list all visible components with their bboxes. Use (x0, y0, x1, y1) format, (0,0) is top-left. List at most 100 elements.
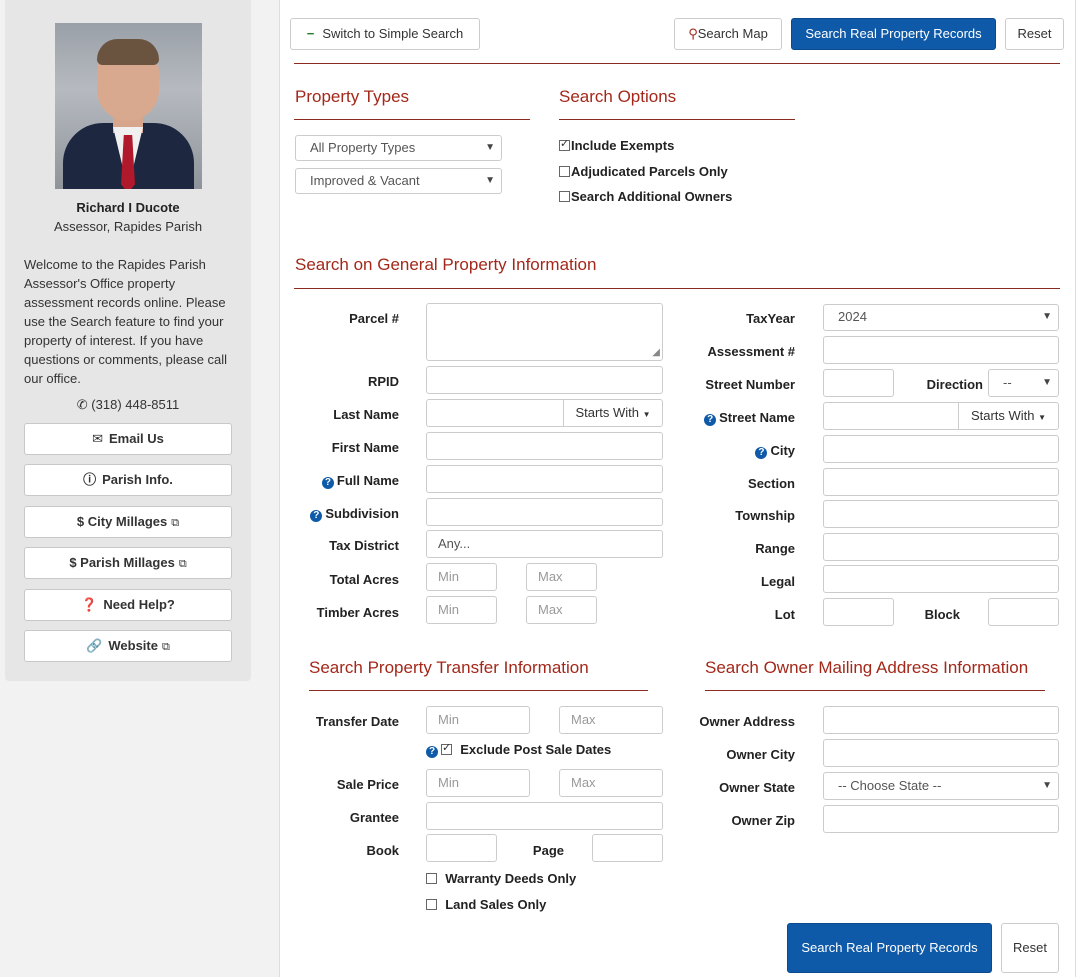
transfer-info-divider (309, 690, 648, 691)
transfer-date-max-input[interactable]: Max (559, 706, 663, 734)
warranty-deeds-checkbox[interactable] (426, 873, 437, 884)
legal-label: Legal (680, 574, 795, 589)
sale-price-max-input[interactable]: Max (559, 769, 663, 797)
full-name-input[interactable] (426, 465, 663, 493)
city-input[interactable] (823, 435, 1059, 463)
owner-state-label: Owner State (680, 780, 795, 795)
external-link-icon: ⧉ (162, 641, 170, 653)
minus-icon: − (307, 26, 315, 41)
owner-zip-input[interactable] (823, 805, 1059, 833)
phone-number: ✆ (318) 448-8511 (5, 397, 251, 413)
exclude-post-sale-option[interactable]: ? Exclude Post Sale Dates (426, 742, 611, 758)
include-exempts-option[interactable]: Include Exempts (559, 138, 674, 153)
block-input[interactable] (988, 598, 1059, 626)
street-name-input[interactable] (823, 402, 959, 430)
property-type-select[interactable]: All Property Types▼ (295, 135, 502, 161)
resize-handle-icon[interactable]: ◢ (652, 340, 660, 366)
section-label: Section (680, 476, 795, 491)
transfer-date-min-input[interactable]: Min (426, 706, 530, 734)
assessment-input[interactable] (823, 336, 1059, 364)
need-help-button[interactable]: ❓Need Help? (24, 589, 232, 621)
first-name-input[interactable] (426, 432, 663, 460)
help-icon[interactable]: ? (310, 510, 322, 522)
search-records-bottom-button[interactable]: Search Real Property Records (787, 923, 992, 973)
website-button[interactable]: 🔗Website⧉ (24, 630, 232, 662)
search-options-title: Search Options (559, 87, 676, 107)
phone-icon: ✆ (77, 397, 88, 412)
owner-city-label: Owner City (680, 747, 795, 762)
general-info-title: Search on General Property Information (295, 255, 596, 275)
email-us-button[interactable]: ✉Email Us (24, 423, 232, 455)
tax-year-select[interactable]: 2024▼ (823, 304, 1059, 331)
welcome-text: Welcome to the Rapides Parish Assessor's… (24, 255, 238, 388)
envelope-icon: ✉ (92, 431, 103, 446)
last-name-match-dropdown[interactable]: Starts With ▼ (563, 399, 663, 427)
rpid-input[interactable] (426, 366, 663, 394)
search-records-button[interactable]: Search Real Property Records (791, 18, 996, 50)
lot-input[interactable] (823, 598, 894, 626)
help-icon[interactable]: ? (704, 414, 716, 426)
street-number-input[interactable] (823, 369, 894, 397)
improved-vacant-select[interactable]: Improved & Vacant▼ (295, 168, 502, 194)
timber-acres-min-input[interactable]: Min (426, 596, 497, 624)
last-name-input[interactable] (426, 399, 564, 427)
owner-state-select[interactable]: -- Choose State --▼ (823, 772, 1059, 800)
sale-price-label: Sale Price (280, 777, 399, 792)
street-number-label: Street Number (680, 377, 795, 392)
parish-millages-button[interactable]: $ Parish Millages⧉ (24, 547, 232, 579)
owner-city-input[interactable] (823, 739, 1059, 767)
switch-simple-search-button[interactable]: −Switch to Simple Search (290, 18, 480, 50)
parish-info-button[interactable]: ⓘParish Info. (24, 464, 232, 496)
parcel-input[interactable]: ◢ (426, 303, 663, 361)
adjudicated-option[interactable]: Adjudicated Parcels Only (559, 164, 728, 179)
general-info-divider (294, 288, 1060, 289)
help-icon[interactable]: ? (755, 447, 767, 459)
external-link-icon: ⧉ (179, 558, 187, 570)
search-panel: −Switch to Simple Search ⚲Search Map Sea… (279, 0, 1076, 977)
township-label: Township (680, 508, 795, 523)
help-icon[interactable]: ? (426, 746, 438, 758)
grantee-input[interactable] (426, 802, 663, 830)
street-name-label: ?Street Name (680, 410, 795, 426)
section-input[interactable] (823, 468, 1059, 496)
timber-acres-max-input[interactable]: Max (526, 596, 597, 624)
search-map-button[interactable]: ⚲Search Map (674, 18, 782, 50)
legal-input[interactable] (823, 565, 1059, 593)
city-label: ?City (680, 443, 795, 459)
subdivision-input[interactable] (426, 498, 663, 526)
help-icon[interactable]: ? (322, 477, 334, 489)
tax-year-label: TaxYear (680, 311, 795, 326)
range-input[interactable] (823, 533, 1059, 561)
land-sales-checkbox[interactable] (426, 899, 437, 910)
warranty-deeds-option[interactable]: Warranty Deeds Only (426, 871, 576, 886)
additional-owners-option[interactable]: Search Additional Owners (559, 189, 732, 204)
chevron-down-icon: ▼ (1042, 370, 1052, 396)
include-exempts-checkbox[interactable] (559, 140, 570, 151)
total-acres-min-input[interactable]: Min (426, 563, 497, 591)
direction-select[interactable]: --▼ (988, 369, 1059, 397)
city-millages-button[interactable]: $ City Millages⧉ (24, 506, 232, 538)
tax-district-input[interactable]: Any... (426, 530, 663, 558)
additional-owners-checkbox[interactable] (559, 191, 570, 202)
property-types-divider (294, 119, 530, 120)
township-input[interactable] (823, 500, 1059, 528)
page-input[interactable] (592, 834, 663, 862)
question-icon: ❓ (81, 597, 97, 612)
parcel-label: Parcel # (280, 311, 399, 326)
property-types-title: Property Types (295, 87, 409, 107)
sidebar: Richard I Ducote Assessor, Rapides Paris… (5, 0, 251, 681)
sale-price-min-input[interactable]: Min (426, 769, 530, 797)
street-name-match-dropdown[interactable]: Starts With ▼ (958, 402, 1059, 430)
total-acres-label: Total Acres (280, 572, 399, 587)
total-acres-max-input[interactable]: Max (526, 563, 597, 591)
reset-bottom-button[interactable]: Reset (1001, 923, 1059, 973)
subdivision-label: ?Subdivision (280, 506, 399, 522)
first-name-label: First Name (280, 440, 399, 455)
book-input[interactable] (426, 834, 497, 862)
adjudicated-checkbox[interactable] (559, 166, 570, 177)
exclude-post-sale-checkbox[interactable] (441, 744, 452, 755)
map-marker-icon: ⚲ (688, 26, 698, 41)
owner-address-input[interactable] (823, 706, 1059, 734)
reset-button[interactable]: Reset (1005, 18, 1064, 50)
land-sales-option[interactable]: Land Sales Only (426, 897, 546, 912)
